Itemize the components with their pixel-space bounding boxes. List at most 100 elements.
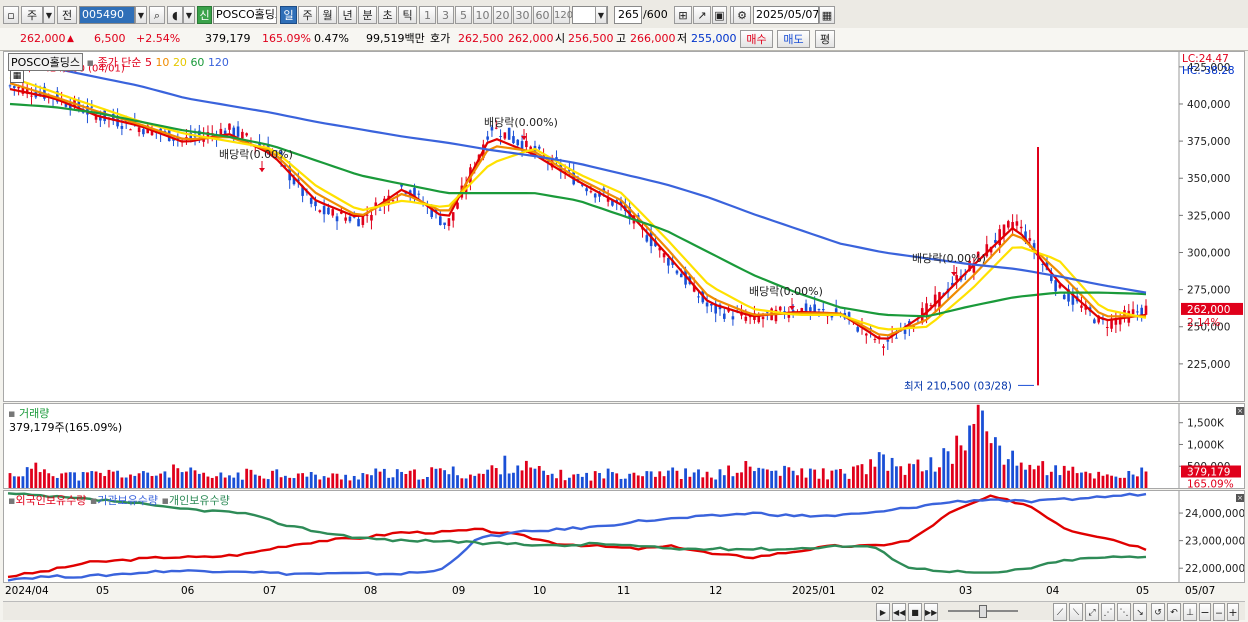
fast-forward-icon[interactable]: ▶▶	[924, 603, 938, 621]
tab-week[interactable]: 주	[298, 6, 317, 24]
code-dropdown-icon[interactable]: ▼	[135, 6, 147, 24]
interval-dropdown-icon[interactable]: ▼	[595, 6, 607, 24]
speaker-icon[interactable]: ◖	[167, 6, 183, 24]
rewind-icon[interactable]: ◀◀	[892, 603, 906, 621]
volume-bar	[64, 472, 68, 488]
volume-ratio: 165.09%	[262, 32, 311, 45]
volume-bar	[103, 476, 107, 488]
up-triangle-icon: ▲	[67, 34, 74, 44]
calendar-icon[interactable]: ▦	[819, 6, 835, 24]
stock-code-input[interactable]: 005490	[79, 6, 135, 24]
holdings-legend: ▪외국인보유수량 ▪기관보유수량 ▪개인보유수량	[8, 494, 230, 507]
candle-body	[744, 316, 748, 321]
y-tick-label: 1,500K	[1187, 418, 1225, 430]
speaker-dropdown-icon[interactable]: ▼	[183, 6, 195, 24]
volume-bar	[946, 451, 950, 488]
candle-body	[223, 130, 227, 135]
sell-button[interactable]: 매도	[777, 30, 810, 48]
interval-10[interactable]: 10	[473, 6, 492, 24]
trend-icon[interactable]: ⤢	[1085, 603, 1099, 621]
bid-price-1: 262,500	[458, 32, 504, 45]
volume-bar	[1127, 470, 1131, 488]
volume-bar	[352, 475, 356, 488]
stop-icon[interactable]: ■	[908, 603, 922, 621]
tab-year[interactable]: 년	[338, 6, 357, 24]
save-icon[interactable]: ▣	[712, 6, 727, 24]
tab-minute[interactable]: 분	[358, 6, 377, 24]
date-input[interactable]: 2025/05/07	[753, 6, 819, 24]
volume-bar	[413, 469, 416, 488]
fibonacci-icon[interactable]: ⟍	[1069, 603, 1083, 621]
volume-chart[interactable]: 500,0001,000K1,500K379,179165.09%	[4, 404, 1244, 488]
volume-bar	[167, 477, 171, 488]
arrow-icon[interactable]: ↘	[1133, 603, 1147, 621]
grid-icon[interactable]: ▦	[10, 70, 24, 83]
interval-30[interactable]: 30	[513, 6, 532, 24]
zoom-in-icon[interactable]: +	[1227, 603, 1239, 621]
tab-second[interactable]: 초	[378, 6, 397, 24]
volume-bar	[645, 471, 649, 488]
candle-body	[955, 275, 958, 281]
candle-body	[731, 316, 735, 320]
volume-bar	[387, 477, 391, 488]
price-change: 6,500	[94, 32, 126, 45]
count-input[interactable]: 265	[614, 6, 642, 24]
candle-body	[1144, 305, 1148, 315]
volume-bar	[1019, 462, 1023, 488]
volume-bar	[512, 472, 515, 488]
reset-icon[interactable]: ↺	[1151, 603, 1165, 621]
channel-icon[interactable]: ⋰	[1101, 603, 1115, 621]
candle-body	[241, 131, 244, 139]
current-price: 262,000	[20, 32, 66, 45]
interval-20[interactable]: 20	[493, 6, 512, 24]
interval-5[interactable]: 5	[455, 6, 472, 24]
volume-bar	[1058, 475, 1062, 488]
search-icon[interactable]: ⌕	[149, 6, 165, 24]
volume-bar	[318, 479, 322, 488]
drawing-tool-icon[interactable]: ↗	[693, 6, 711, 24]
measure-icon[interactable]: ⋱	[1117, 603, 1131, 621]
stock-type-selector[interactable]: 주	[21, 6, 43, 24]
chart-type-icon[interactable]: ⊞	[674, 6, 692, 24]
x-label: 10	[533, 585, 547, 597]
interval-3[interactable]: 3	[437, 6, 454, 24]
volume-bar	[86, 472, 89, 488]
legend-stock-name[interactable]: POSCO홀딩스	[8, 53, 83, 71]
chevron-down-icon[interactable]: ▼	[43, 6, 55, 24]
grid-lines-icon[interactable]: ⊥	[1183, 603, 1197, 621]
buy-button[interactable]: 매수	[740, 30, 773, 48]
gear-icon[interactable]: ⚙	[733, 6, 751, 24]
y-tick-label: 350,000	[1187, 173, 1230, 185]
price-chart[interactable]: 225,000250,000275,000300,000325,000350,0…	[4, 52, 1244, 401]
tab-month[interactable]: 월	[318, 6, 337, 24]
interval-1[interactable]: 1	[419, 6, 436, 24]
volume-bar	[430, 467, 434, 488]
candle-body	[120, 125, 124, 129]
volume-bar	[903, 474, 907, 488]
scroll-right-icon[interactable]: ▶	[876, 603, 890, 621]
interval-60[interactable]: 60	[533, 6, 552, 24]
volume-bar	[834, 469, 838, 488]
whole-market-button[interactable]: 전	[57, 6, 77, 24]
panel-close-icon[interactable]: ×	[1236, 407, 1244, 415]
volume-bar	[1097, 471, 1101, 488]
volume-bar	[692, 472, 696, 488]
price-chart-panel: 225,000 250,000 275,000 300,000 325,000 350,0…	[3, 51, 1245, 402]
panel-close-icon[interactable]: ×	[1236, 494, 1244, 502]
candle-body	[314, 201, 317, 207]
evaluation-button[interactable]: 평	[815, 30, 835, 48]
tab-tick[interactable]: 틱	[398, 6, 417, 24]
minus-icon[interactable]: ‒	[1213, 603, 1225, 621]
volume-bar	[176, 468, 180, 488]
zoom-out-icon[interactable]: −	[1199, 603, 1211, 621]
candle-body	[675, 270, 679, 274]
zoom-slider-handle[interactable]	[979, 605, 987, 618]
volume-bar	[619, 478, 623, 488]
tab-day[interactable]: 일	[280, 6, 297, 24]
undo-icon[interactable]: ↶	[1167, 603, 1181, 621]
window-icon[interactable]: ▫	[3, 6, 19, 24]
draw-line-icon[interactable]: ⟋	[1053, 603, 1067, 621]
y-tick-label: 300,000	[1187, 247, 1230, 259]
interval-120[interactable]: 120	[553, 6, 573, 24]
dividend-label: 배당락(0.00%)	[749, 285, 823, 298]
